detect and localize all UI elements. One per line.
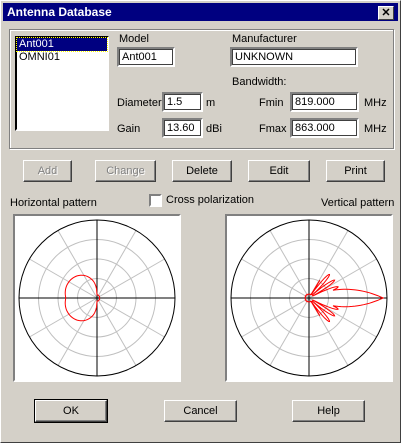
close-icon[interactable]: ✕ xyxy=(378,6,394,20)
model-label: Model xyxy=(119,33,149,45)
vertical-pattern-plot xyxy=(225,214,393,382)
manufacturer-field[interactable]: UNKNOWN xyxy=(230,47,358,67)
cross-polarization-checkbox[interactable] xyxy=(149,194,162,207)
manufacturer-label: Manufacturer xyxy=(232,33,297,45)
print-button[interactable]: Print xyxy=(326,160,385,182)
model-field[interactable]: Ant001 xyxy=(117,47,175,67)
cancel-button[interactable]: Cancel xyxy=(164,400,237,422)
list-item[interactable]: Ant001 xyxy=(16,37,108,52)
fmin-unit: MHz xyxy=(364,97,387,109)
fmax-label: Fmax xyxy=(259,123,287,135)
horizontal-pattern-plot xyxy=(13,214,181,382)
gain-label: Gain xyxy=(117,123,141,135)
bandwidth-label: Bandwidth: xyxy=(232,76,287,88)
vertical-pattern-label: Vertical pattern xyxy=(321,197,395,209)
antenna-list[interactable]: Ant001 OMNI01 xyxy=(15,36,109,131)
vertical-polar-chart xyxy=(230,219,388,377)
cross-polarization-label: Cross polarization xyxy=(166,194,255,206)
edit-button[interactable]: Edit xyxy=(248,160,310,182)
horizontal-polar-chart xyxy=(18,219,176,377)
fmin-label: Fmin xyxy=(259,97,284,109)
ok-button[interactable]: OK xyxy=(34,399,108,423)
add-button[interactable]: Add xyxy=(23,160,72,182)
gain-unit: dBi xyxy=(206,123,222,135)
change-button[interactable]: Change xyxy=(95,160,156,182)
diameter-unit: m xyxy=(206,97,216,109)
title-bar[interactable]: Antenna Database ✕ xyxy=(3,3,398,21)
fmax-unit: MHz xyxy=(364,123,387,135)
fmax-field[interactable]: 863.000 xyxy=(290,118,359,138)
fmin-field[interactable]: 819.000 xyxy=(290,92,359,112)
gain-field[interactable]: 13.60 xyxy=(162,118,203,138)
help-button[interactable]: Help xyxy=(292,400,365,422)
antenna-database-window: Antenna Database ✕ Ant001 OMNI01 Model A… xyxy=(0,0,401,443)
delete-button[interactable]: Delete xyxy=(172,160,232,182)
window-title: Antenna Database xyxy=(7,5,112,19)
diameter-label: Diameter xyxy=(117,97,162,109)
horizontal-pattern-label: Horizontal pattern xyxy=(10,197,97,209)
list-item[interactable]: OMNI01 xyxy=(17,51,107,64)
diameter-field[interactable]: 1.5 xyxy=(162,92,203,112)
